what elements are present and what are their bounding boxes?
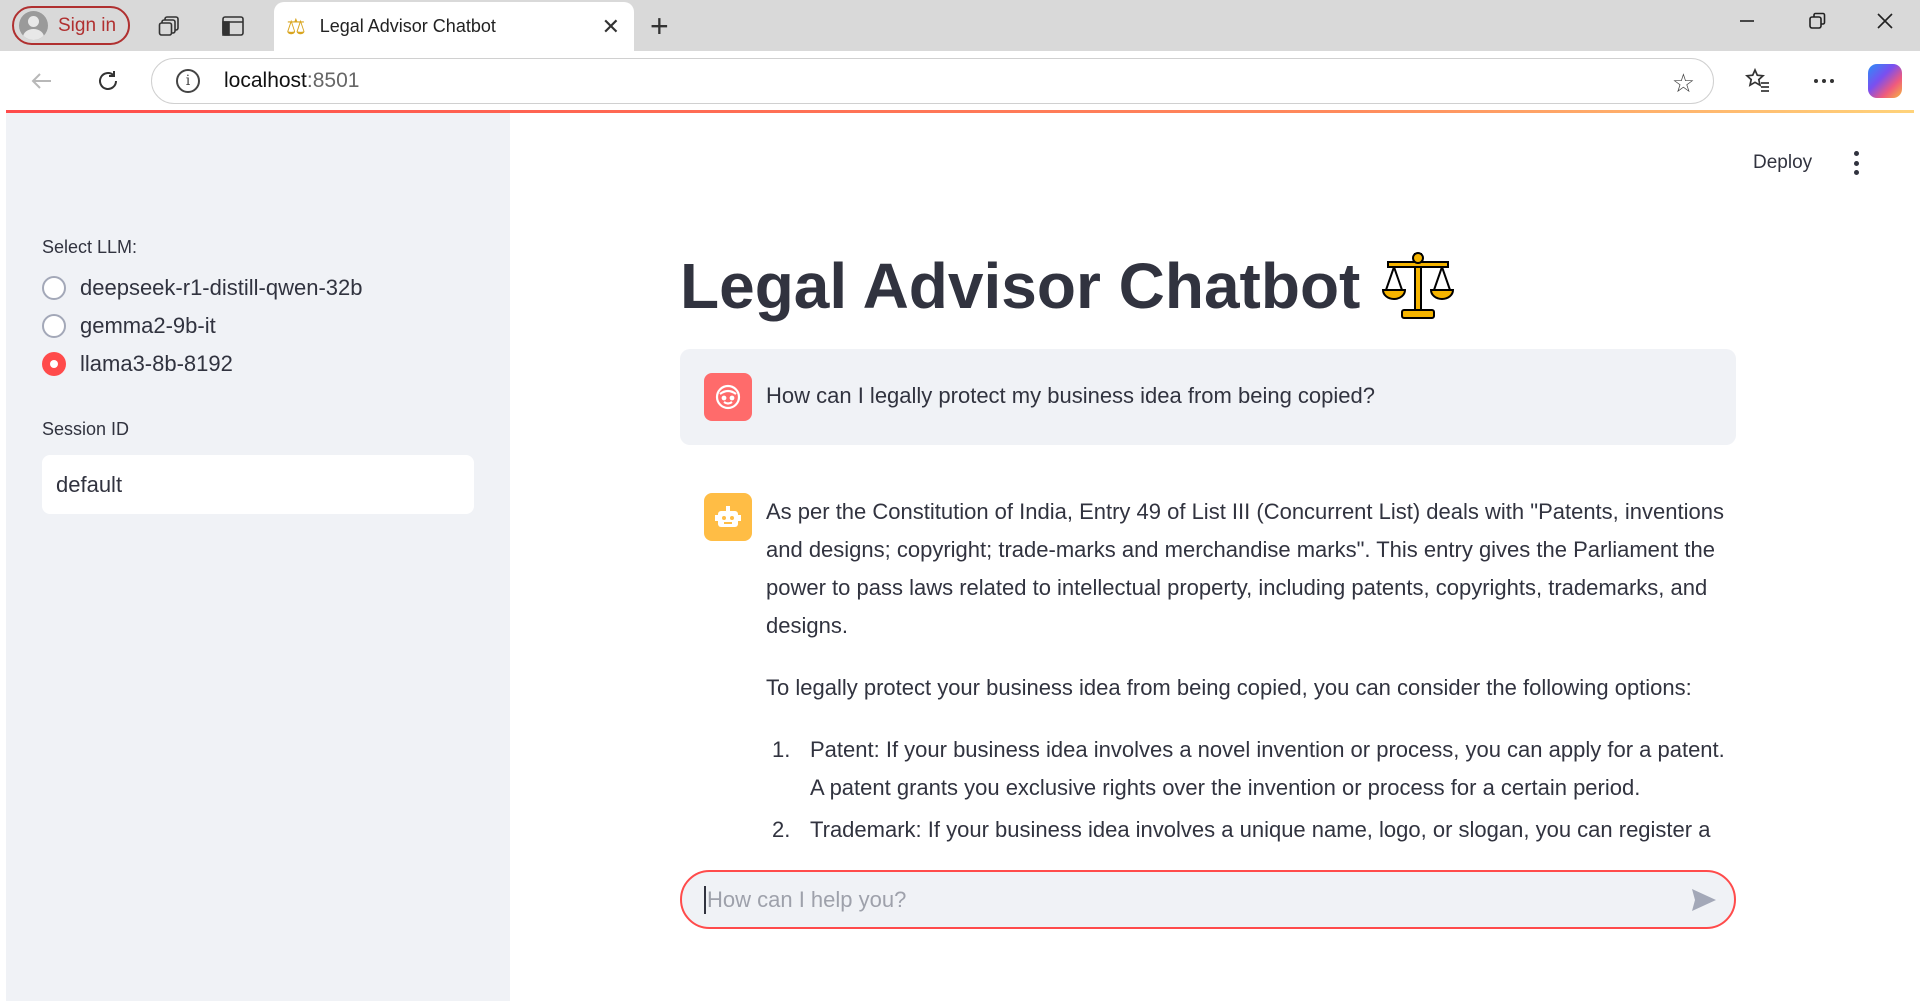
scales-icon <box>1382 252 1455 319</box>
select-llm-label: Select LLM: <box>42 237 138 257</box>
chat-input-container[interactable] <box>680 870 1736 929</box>
llm-option-label: deepseek-r1-distill-qwen-32b <box>80 275 363 300</box>
main-content: Deploy Legal Advisor Chatbot How can I l… <box>510 113 1914 1001</box>
send-icon[interactable] <box>1688 884 1720 916</box>
reload-icon[interactable] <box>92 65 124 97</box>
sign-in-button[interactable]: Sign in <box>12 6 130 45</box>
list-item: 2. Trademark: If your business idea invo… <box>766 811 1736 849</box>
close-tab-icon[interactable]: ✕ <box>602 14 620 40</box>
assistant-list: 1. Patent: If your business idea involve… <box>766 731 1736 849</box>
sign-in-label: Sign in <box>58 14 117 36</box>
profile-avatar-icon <box>19 11 48 40</box>
url-bar[interactable]: i localhost:8501 ☆ <box>151 58 1714 104</box>
user-face-icon <box>704 373 752 421</box>
workspaces-icon[interactable] <box>155 11 185 41</box>
list-number: 1. <box>772 737 791 762</box>
sidebar: Select LLM: deepseek-r1-distill-qwen-32b… <box>6 113 510 1001</box>
tab-title: Legal Advisor Chatbot <box>319 16 496 36</box>
assistant-paragraph: To legally protect your business idea fr… <box>766 675 1692 700</box>
url-host: localhost <box>224 69 307 92</box>
more-menu-icon[interactable] <box>1808 65 1840 97</box>
page-title: Legal Advisor Chatbot <box>680 248 1456 324</box>
radio-button[interactable] <box>42 314 66 338</box>
radio-button[interactable] <box>42 276 66 300</box>
chat-input[interactable] <box>707 886 1647 913</box>
copilot-icon[interactable] <box>1868 64 1902 98</box>
list-item: 1. Patent: If your business idea involve… <box>766 731 1736 807</box>
robot-icon <box>704 493 752 541</box>
llm-option-deepseek[interactable]: deepseek-r1-distill-qwen-32b <box>42 275 362 301</box>
session-id-label: Session ID <box>42 419 130 439</box>
chat-message-user: How can I legally protect my business id… <box>680 349 1736 445</box>
chat-message-assistant: As per the Constitution of India, Entry … <box>680 483 1736 861</box>
list-item-text: Trademark: If your business idea involve… <box>810 817 1711 842</box>
minimize-icon[interactable] <box>1736 10 1758 38</box>
assistant-paragraph: As per the Constitution of India, Entry … <box>766 499 1724 638</box>
url-port: :8501 <box>306 69 360 92</box>
text-caret <box>704 885 706 914</box>
vertical-tabs-icon[interactable] <box>218 11 248 41</box>
user-message-text: How can I legally protect my business id… <box>766 383 1375 408</box>
favorite-star-icon[interactable]: ☆ <box>1672 68 1695 99</box>
radio-button-selected[interactable] <box>42 352 66 376</box>
llm-option-label: llama3-8b-8192 <box>80 351 233 376</box>
browser-tab-bar: Sign in ⚖ Legal Advisor Chatbot ✕ + <box>0 0 1920 51</box>
site-info-icon[interactable]: i <box>176 69 200 93</box>
restore-icon[interactable] <box>1806 10 1828 38</box>
list-number: 2. <box>772 817 791 842</box>
scales-favicon-icon: ⚖ <box>286 13 306 39</box>
deploy-button[interactable]: Deploy <box>1753 152 1812 174</box>
new-tab-icon[interactable]: + <box>650 8 669 45</box>
llm-option-llama[interactable]: llama3-8b-8192 <box>42 351 233 377</box>
favorites-icon[interactable] <box>1742 65 1774 97</box>
tab-legal-advisor[interactable]: ⚖ Legal Advisor Chatbot ✕ <box>274 2 634 51</box>
list-item-text: Patent: If your business idea involves a… <box>810 737 1725 800</box>
back-arrow-icon[interactable] <box>26 65 58 97</box>
assistant-message-body: As per the Constitution of India, Entry … <box>766 493 1736 853</box>
page-title-text: Legal Advisor Chatbot <box>680 250 1361 322</box>
main-menu-icon[interactable] <box>1852 151 1860 175</box>
address-toolbar: i localhost:8501 ☆ <box>0 51 1920 111</box>
session-id-input[interactable]: default <box>42 455 474 514</box>
llm-option-label: gemma2-9b-it <box>80 313 216 338</box>
llm-option-gemma[interactable]: gemma2-9b-it <box>42 313 216 339</box>
close-window-icon[interactable] <box>1874 10 1896 38</box>
